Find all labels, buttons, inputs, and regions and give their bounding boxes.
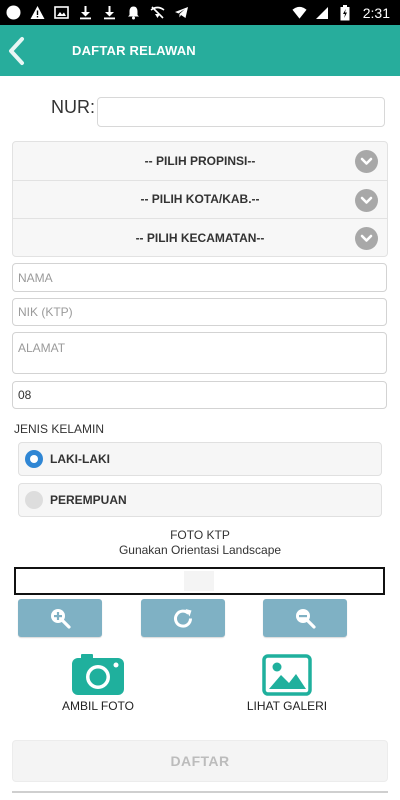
chevron-down-icon <box>355 227 378 251</box>
gender-label: JENIS KELAMIN <box>14 422 105 436</box>
chevron-down-icon <box>355 150 378 173</box>
take-photo-button[interactable]: AMBIL FOTO <box>33 654 163 713</box>
district-select[interactable]: -- PILIH KECAMATAN-- <box>13 219 387 258</box>
notification-icons <box>6 5 189 20</box>
photo-title: FOTO KTP <box>170 528 230 542</box>
nur-input[interactable] <box>97 97 385 127</box>
city-select-label: -- PILIH KOTA/KAB.-- <box>140 192 260 207</box>
gallery-label: LIHAT GALERI <box>246 699 328 713</box>
zoom-in-button[interactable] <box>18 599 102 637</box>
gender-option-female[interactable]: PEREMPUAN <box>18 483 382 517</box>
name-field[interactable] <box>12 263 387 292</box>
address-field[interactable] <box>12 332 387 374</box>
submit-label: DAFTAR <box>170 753 230 769</box>
zoom-in-icon <box>51 609 71 629</box>
page-title: DAFTAR RELAWAN <box>72 43 196 58</box>
photo-placeholder <box>184 571 214 591</box>
status-bar: 2:31 <box>0 0 400 25</box>
image-icon <box>54 5 69 20</box>
take-photo-label: AMBIL FOTO <box>61 699 134 713</box>
province-select[interactable]: -- PILIH PROPINSI-- <box>13 142 387 181</box>
download-icon <box>78 5 93 20</box>
wifi-off-icon <box>150 5 165 20</box>
nur-label: NUR: <box>51 97 95 117</box>
district-select-label: -- PILIH KECAMATAN-- <box>135 231 265 246</box>
clock: 2:31 <box>362 4 390 21</box>
chevron-down-icon <box>355 188 378 212</box>
gender-option-male[interactable]: LAKI-LAKI <box>18 442 382 476</box>
region-selectors: -- PILIH PROPINSI-- -- PILIH KOTA/KAB.--… <box>12 141 388 257</box>
camera-icon <box>71 654 125 696</box>
gender-option-label: PEREMPUAN <box>50 493 127 507</box>
province-select-label: -- PILIH PROPINSI-- <box>144 153 256 168</box>
radio-selected-icon <box>25 450 43 468</box>
gender-option-label: LAKI-LAKI <box>50 452 110 466</box>
system-icons: 2:31 <box>292 4 394 21</box>
photo-hint: Gunakan Orientasi Landscape <box>118 543 282 557</box>
zoom-out-button[interactable] <box>263 599 347 637</box>
back-button[interactable] <box>2 31 30 71</box>
chevron-left-icon <box>9 36 24 65</box>
radio-unselected-icon <box>25 491 43 509</box>
photo-preview <box>14 567 385 595</box>
gallery-icon <box>260 654 314 696</box>
bell-icon <box>126 5 141 20</box>
rotate-icon <box>174 609 193 628</box>
download-icon <box>102 5 117 20</box>
wifi-icon <box>292 5 307 20</box>
phone-field[interactable] <box>12 381 387 409</box>
submit-button[interactable]: DAFTAR <box>12 740 388 782</box>
rotate-button[interactable] <box>141 599 225 637</box>
app-toolbar: DAFTAR RELAWAN <box>0 25 400 76</box>
warning-icon <box>30 5 45 20</box>
battery-charging-icon <box>338 4 353 20</box>
zoom-out-icon <box>296 609 316 629</box>
gallery-button[interactable]: LIHAT GALERI <box>222 654 352 713</box>
circle-icon <box>6 5 21 20</box>
signal-icon <box>315 5 330 20</box>
city-select[interactable]: -- PILIH KOTA/KAB.-- <box>13 181 387 220</box>
nik-field[interactable] <box>12 298 387 326</box>
bottom-divider <box>12 791 388 793</box>
telegram-icon <box>174 5 189 20</box>
